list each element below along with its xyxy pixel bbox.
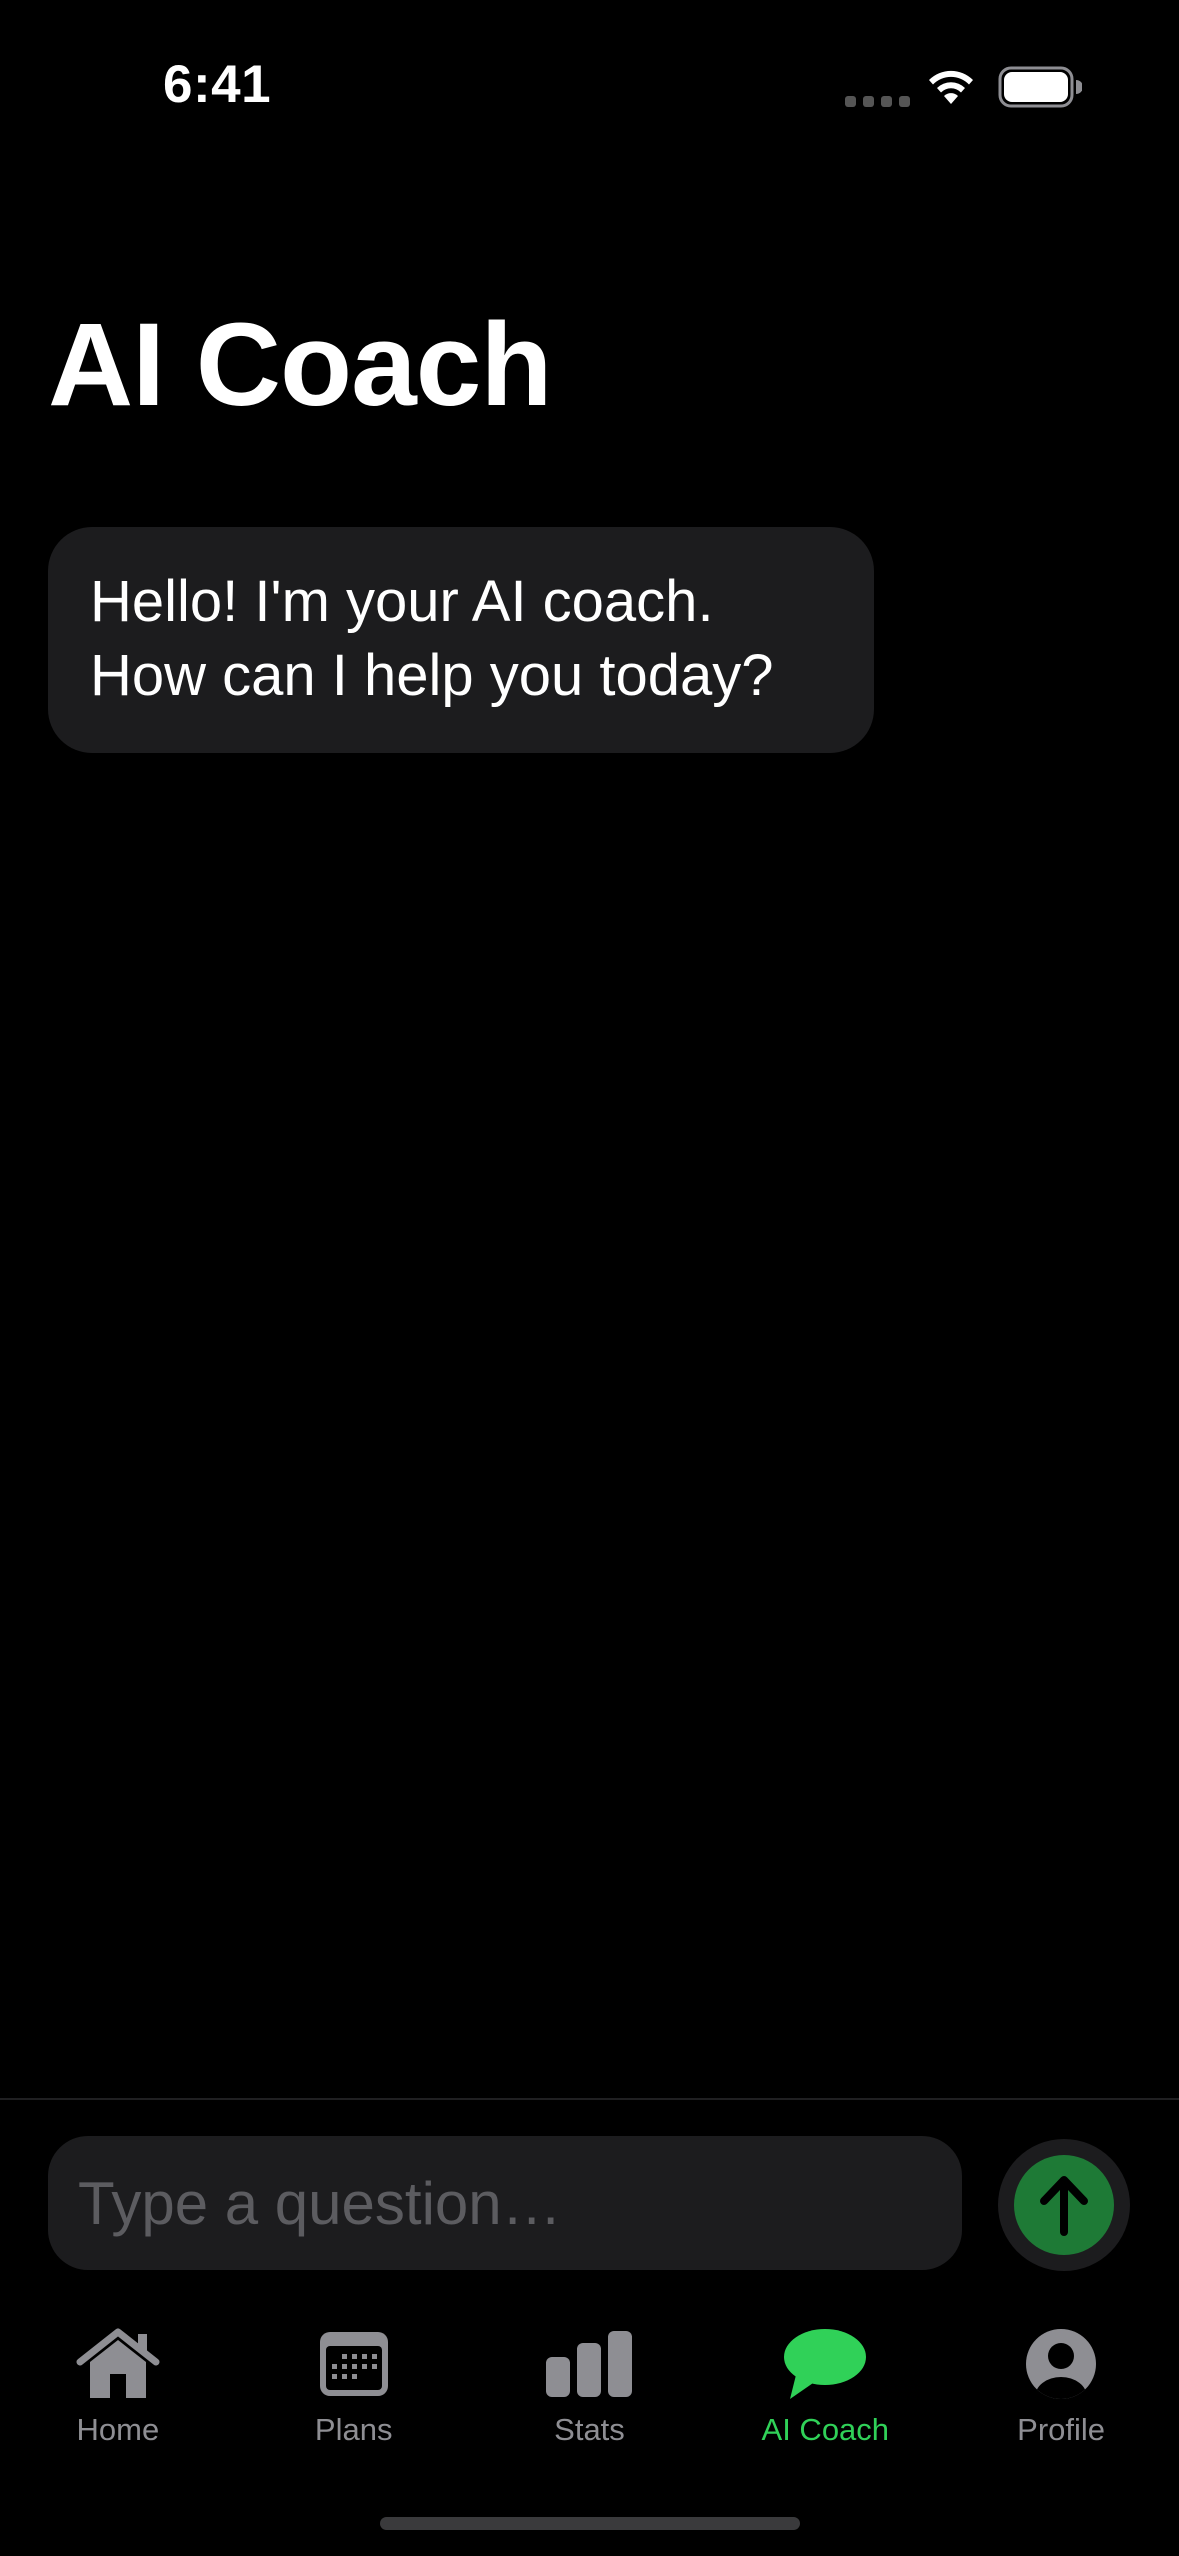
battery-icon — [998, 66, 1083, 113]
calendar-icon — [304, 2324, 404, 2404]
status-bar: 6:41 — [0, 0, 1179, 150]
tab-bar: Home Plans Stats AI Coach Profile — [0, 2300, 1179, 2480]
question-input-container[interactable] — [48, 2136, 962, 2270]
chat-bubble-icon — [775, 2324, 875, 2404]
bar-chart-icon — [539, 2324, 639, 2404]
arrow-up-icon — [1040, 2176, 1088, 2236]
tab-label: Home — [76, 2412, 160, 2447]
question-input[interactable] — [76, 2167, 934, 2239]
send-button[interactable] — [998, 2139, 1130, 2271]
page-title: AI Coach — [48, 299, 552, 431]
tab-stats[interactable]: Stats — [472, 2300, 708, 2480]
house-icon — [68, 2324, 168, 2404]
tab-plans[interactable]: Plans — [236, 2300, 472, 2480]
cellular-signal-icon — [845, 96, 910, 107]
assistant-message-bubble: Hello! I'm your AI coach. How can I help… — [48, 527, 874, 753]
tab-ai-coach[interactable]: AI Coach — [707, 2300, 943, 2480]
chat-thread: Hello! I'm your AI coach. How can I help… — [0, 500, 1179, 2080]
message-text-line: How can I help you today? — [90, 643, 774, 708]
message-text-line: Hello! I'm your AI coach. — [90, 569, 714, 634]
composer-divider — [0, 2098, 1179, 2100]
tab-home[interactable]: Home — [0, 2300, 236, 2480]
person-circle-icon — [1011, 2324, 1111, 2404]
tab-label: Profile — [1017, 2412, 1106, 2447]
tab-label: Plans — [314, 2412, 393, 2447]
home-indicator[interactable] — [380, 2517, 800, 2530]
tab-label: AI Coach — [761, 2412, 890, 2447]
status-time: 6:41 — [163, 55, 272, 114]
wifi-icon — [925, 66, 977, 111]
send-button-fill — [1014, 2155, 1114, 2255]
tab-label: Stats — [554, 2412, 625, 2447]
tab-profile[interactable]: Profile — [943, 2300, 1179, 2480]
